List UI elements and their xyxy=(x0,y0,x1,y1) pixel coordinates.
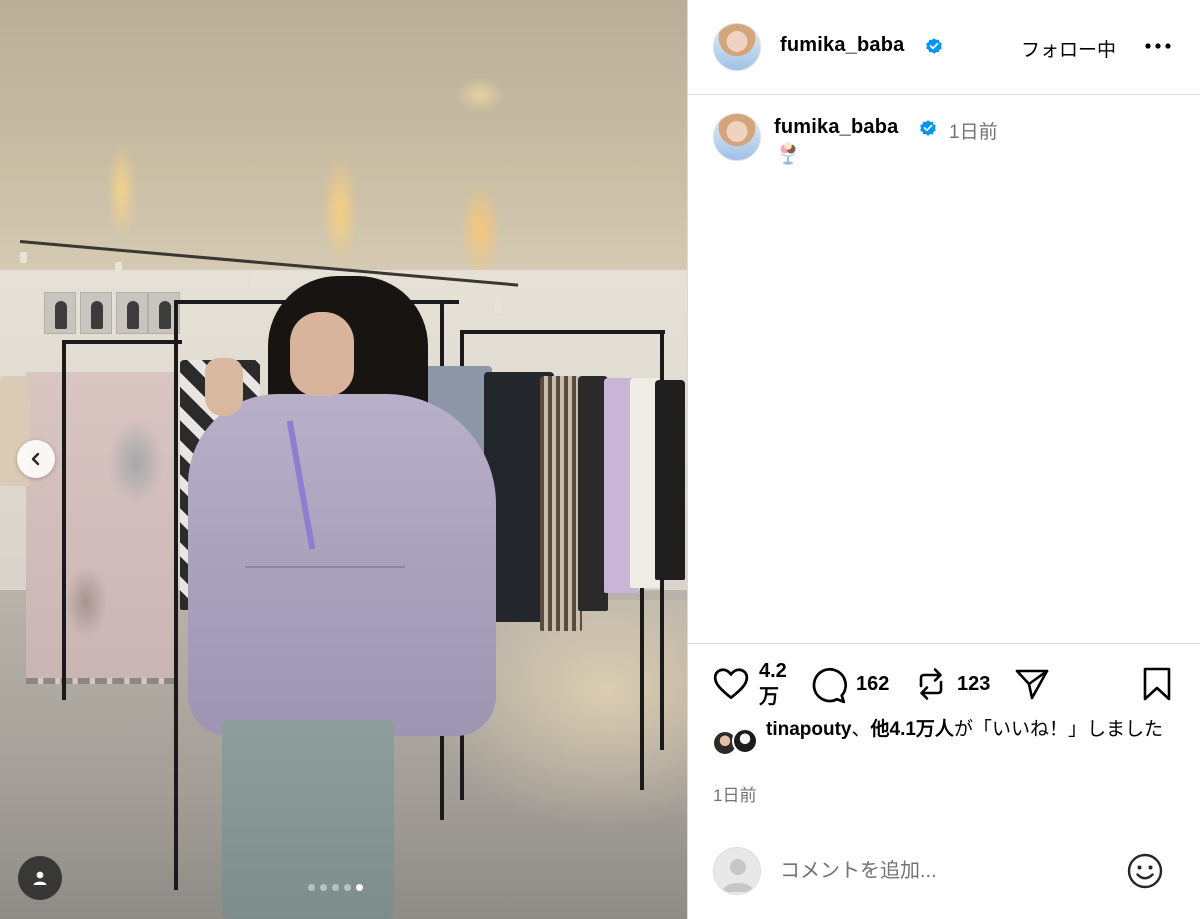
photo-spotlight xyxy=(495,302,502,313)
user-icon xyxy=(33,871,47,885)
photo-spotlight xyxy=(250,275,257,286)
caption-author-avatar[interactable] xyxy=(713,113,761,161)
photo-rack xyxy=(460,330,665,334)
author-username[interactable]: fumika_baba xyxy=(780,34,904,57)
comment-icon[interactable] xyxy=(809,666,847,704)
photo-hoodie-pocket xyxy=(245,566,405,606)
carousel-dot xyxy=(320,884,327,891)
default-avatar-icon xyxy=(722,859,754,892)
post-sidebar: fumika_baba フォロー中 fumika_baba 1日前 4.2 万 xyxy=(687,0,1200,919)
comments-count[interactable]: 162 xyxy=(856,671,889,697)
caption-username[interactable]: fumika_baba xyxy=(774,116,898,139)
bookmark-icon[interactable] xyxy=(1142,666,1172,702)
viewer-avatar xyxy=(713,847,761,895)
post-photo[interactable] xyxy=(0,0,687,919)
photo-garment xyxy=(540,376,582,631)
photo-person-face xyxy=(290,312,354,396)
post-header: fumika_baba フォロー中 xyxy=(688,0,1200,95)
photo-tapestry xyxy=(26,372,176,684)
liker-username[interactable]: tinapouty xyxy=(766,719,852,740)
verified-badge-icon xyxy=(926,38,942,54)
photo-spotlight xyxy=(20,252,27,263)
likes-others-link[interactable]: 他4.1万人 xyxy=(871,719,954,740)
photo-poster xyxy=(80,292,112,334)
post-time[interactable]: 1日前 xyxy=(713,781,756,806)
carousel-dot xyxy=(332,884,339,891)
carousel-indicator xyxy=(308,884,363,891)
photo-person-hoodie xyxy=(188,394,496,736)
liker-avatars[interactable] xyxy=(712,728,764,758)
post-actions: 4.2 万 162 123 tinapouty、他4.1万人が「いいね！」しまし… xyxy=(688,643,1200,919)
carousel-dot-active xyxy=(356,884,363,891)
likes-count[interactable]: 4.2 万 xyxy=(759,658,799,710)
photo-ceiling xyxy=(0,0,687,300)
photo-rack xyxy=(62,340,66,700)
carousel-dot xyxy=(308,884,315,891)
photo-garment xyxy=(655,380,685,580)
more-horizontal-icon[interactable] xyxy=(1143,33,1173,59)
smiley-icon[interactable] xyxy=(1125,851,1165,891)
likes-separator: 、 xyxy=(851,719,871,740)
reposts-count[interactable]: 123 xyxy=(957,671,990,697)
likes-suffix: が「いいね！」しました xyxy=(953,719,1163,740)
liker-avatar xyxy=(732,728,758,754)
photo-person-hand xyxy=(205,358,243,416)
heart-icon[interactable] xyxy=(712,666,750,702)
photo-rack xyxy=(174,300,178,890)
carousel-prev-button[interactable] xyxy=(17,440,55,478)
photo-rack xyxy=(62,340,182,344)
ice-cream-emoji xyxy=(780,142,796,165)
author-avatar[interactable] xyxy=(713,23,761,71)
photo-poster xyxy=(116,292,148,334)
comment-bar xyxy=(688,840,1200,919)
caption-time[interactable]: 1日前 xyxy=(949,117,998,144)
photo-spotlight xyxy=(115,262,122,273)
photo-poster xyxy=(44,292,76,334)
following-button[interactable]: フォロー中 xyxy=(1021,35,1116,62)
tagged-users-button[interactable] xyxy=(18,856,62,900)
chevron-left-icon xyxy=(31,452,40,466)
repost-icon[interactable] xyxy=(913,666,949,702)
likes-summary: tinapouty、他4.1万人が「いいね！」しました xyxy=(766,716,1176,743)
comment-input[interactable] xyxy=(780,854,1110,888)
carousel-dot xyxy=(344,884,351,891)
verified-badge-icon xyxy=(920,120,936,136)
paper-plane-icon[interactable] xyxy=(1014,666,1050,702)
